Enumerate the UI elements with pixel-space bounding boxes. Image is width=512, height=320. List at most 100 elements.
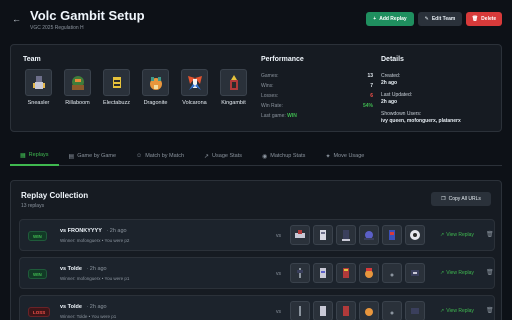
opponent-pokemon-sprite [405,301,425,320]
opponent-pokemon-sprite [313,225,333,245]
trend-icon: ↗ [204,153,210,160]
showdown-users-label: Showdown Users: [381,111,422,117]
vs-label: vs [276,271,281,277]
pencil-icon: ✎ [424,16,429,22]
opponent-label: vs Tolde [60,304,82,310]
view-replay-label: View Replay [446,232,474,238]
replay-row[interactable]: LOSS vs Tolde · 2h ago Winner: Tolde • Y… [19,295,495,320]
winner-info: Winner: mofonguerx • You were p2 [60,238,130,243]
sneasler-sprite [25,69,52,96]
losses-value: 6 [370,93,373,99]
winner-info: Winner: mofonguerx • You were p1 [60,276,130,281]
edit-team-label: Edit Team [431,16,456,22]
opponent-pokemon-sprite [336,263,356,283]
team-member: Rillaboom [62,69,93,106]
copy-all-label: Copy All URLs [448,196,481,202]
opponent-pokemon-sprite [290,301,310,320]
wins-value: 7 [370,83,373,89]
add-replay-label: Add Replay [379,16,407,22]
rillaboom-sprite [64,69,91,96]
vs-label: vs [276,309,281,315]
replay-collection-title: Replay Collection [21,191,89,200]
team-member: Electabuzz [101,69,132,106]
result-badge: LOSS [28,307,51,317]
tab-game-by-game[interactable]: ▤ Game by Game [59,146,127,166]
opponent-pokemon-sprite [382,301,402,320]
external-link-icon: ↗ [440,270,445,276]
winrate-row: Win Rate: 54% [261,101,373,111]
view-replay-label: View Replay [446,270,474,276]
games-value: 13 [367,73,373,79]
page-title: Volc Gambit Setup [30,8,145,23]
view-replay-link[interactable]: ↗ View Replay [440,270,474,276]
opponent-pokemon-sprite [336,225,356,245]
view-replay-link[interactable]: ↗ View Replay [440,232,474,238]
tab-label: Match by Match [145,153,185,159]
copy-icon: ❐ [441,196,446,202]
losses-label: Losses: [261,93,279,99]
updated-label: Last Updated: [381,92,413,98]
copy-all-urls-button[interactable]: ❐ Copy All URLs [431,192,491,206]
delete-label: Delete [481,16,497,22]
edit-team-button[interactable]: ✎ Edit Team [418,12,462,26]
opponent-pokemon-sprite [382,225,402,245]
team-member-name: Electabuzz [103,100,130,106]
last-game-value: WIN [287,113,297,119]
tab-match-by-match[interactable]: ☺ Match by Match [126,146,194,166]
updated-value: 2h ago [381,99,398,105]
vs-label: vs [276,233,281,239]
last-game-label: Last game: [261,113,286,119]
trash-icon[interactable]: 🗑 [486,307,494,314]
team-member-name: Sneasler [27,100,50,106]
last-game-row: Last game: WIN [261,111,373,121]
database-icon: ◉ [262,153,268,160]
trash-icon[interactable]: 🗑 [486,269,494,276]
team-member-name: Rillaboom [65,100,90,106]
losses-row: Losses: 6 [261,91,373,101]
tab-replays[interactable]: ▦ Replays [10,146,59,166]
replay-row[interactable]: WIN vs Tolde · 2h ago Winner: mofonguerx… [19,257,495,289]
opponent-name: vs Tolde · 2h ago [60,266,107,272]
team-member: Kingambit [218,69,249,106]
trash-icon: 🗑 [471,16,479,22]
page-subtitle: VGC 2025 Regulation H [30,25,84,31]
winner-info: Winner: Tolde • You were p1 [60,314,117,319]
view-replay-link[interactable]: ↗ View Replay [440,308,474,314]
team-list: Sneasler Rillaboom Electabuzz Dragonite … [23,69,249,106]
opponent-team [290,301,425,320]
details-heading: Details [381,56,404,63]
team-summary-card: Team Sneasler Rillaboom Electabuzz Drago… [10,44,502,132]
tab-usage-stats[interactable]: ↗ Usage Stats [194,146,252,166]
opponent-name: vs Tolde · 2h ago [60,304,107,310]
back-arrow-icon[interactable]: ← [12,14,22,24]
tab-label: Usage Stats [212,153,243,159]
volcarona-sprite [181,69,208,96]
plus-icon: + [373,16,377,22]
film-icon: ▦ [20,152,26,159]
external-link-icon: ↗ [440,232,445,238]
opponent-pokemon-sprite [382,263,402,283]
delete-button[interactable]: 🗑 Delete [466,12,502,26]
opponent-pokemon-sprite [405,263,425,283]
replay-row[interactable]: WIN vs FRONKYYYY · 2h ago Winner: mofong… [19,219,495,251]
team-member: Volcarona [179,69,210,106]
bar-chart-icon: ▤ [68,153,75,160]
games-row: Games: 13 [261,71,373,81]
replay-collection-card: Replay Collection 13 replays ❐ Copy All … [10,180,502,320]
opponent-pokemon-sprite [405,225,425,245]
electabuzz-sprite [103,69,130,96]
opponent-pokemon-sprite [290,263,310,283]
opponent-label: vs Tolde [60,266,82,272]
add-replay-button[interactable]: + Add Replay [366,12,414,26]
opponent-pokemon-sprite [359,263,379,283]
tab-bar: ▦ Replays ▤ Game by Game ☺ Match by Match ↗… [10,146,502,166]
trash-icon[interactable]: 🗑 [486,231,494,238]
replay-time-value: 2h ago [89,266,107,272]
opponent-pokemon-sprite [290,225,310,245]
opponent-pokemon-sprite [359,301,379,320]
opponent-team [290,263,425,283]
tab-move-usage[interactable]: ✦ Move Usage [315,146,374,166]
external-link-icon: ↗ [440,308,445,314]
result-badge: WIN [28,269,47,279]
tab-matchup-stats[interactable]: ◉ Matchup Stats [252,146,315,166]
